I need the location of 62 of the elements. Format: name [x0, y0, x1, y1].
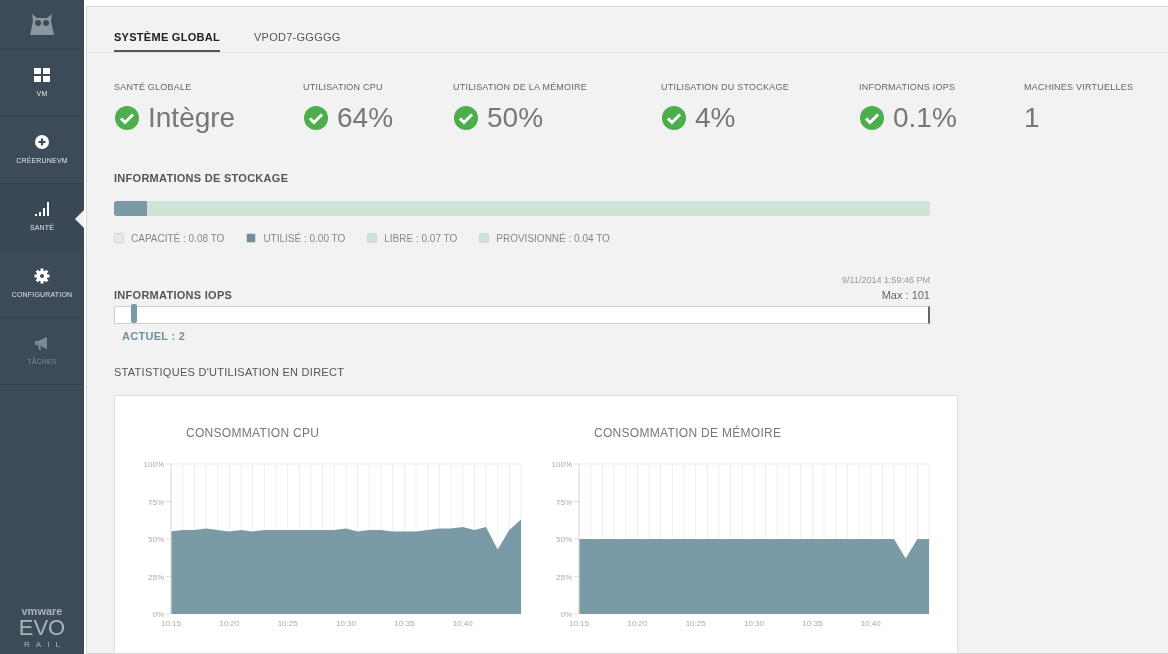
axis-label: 25%	[556, 572, 572, 581]
legend-label: PROVISIONNÉ : 0.04 TO	[496, 231, 610, 246]
axis-label: 10:40	[452, 618, 473, 628]
owl-logo-icon	[29, 12, 55, 37]
axis-label: 10:30	[744, 618, 764, 628]
axis-label: 75%	[556, 497, 572, 506]
metric-label: SANTÉ GLOBALE	[114, 80, 193, 94]
axis-label: 100%	[551, 459, 572, 469]
axis-label: 10:15	[569, 618, 589, 628]
metric-value: 0.1%	[893, 104, 957, 132]
grid-icon	[34, 66, 50, 83]
axis-label: 75%	[148, 497, 164, 506]
metric-label: MACHINES VIRTUELLES	[1024, 80, 1135, 94]
metric-value: 1	[1024, 104, 1040, 132]
axis-label: 10:20	[627, 618, 648, 628]
axis-label: 10:30	[336, 618, 356, 628]
axis-label: 10:40	[860, 618, 881, 628]
section-title: INFORMATIONS IOPS	[114, 288, 233, 303]
megaphone-icon	[34, 334, 50, 351]
timestamp: 9/11/2014 1:59:46 PM	[842, 273, 930, 287]
chart-title: CONSOMMATION CPU	[186, 424, 321, 442]
check-circle-icon	[303, 105, 329, 131]
axis-label: 0%	[152, 609, 164, 619]
legend-label: LIBRE : 0.07 TO	[384, 231, 458, 246]
axis-label: 10:25	[277, 618, 298, 628]
check-circle-icon	[453, 105, 479, 131]
metric-label: UTILISATION DE LA MÉMOIRE	[453, 80, 588, 94]
axis-label: 10:15	[161, 618, 181, 628]
legend-label: UTILISÉ : 0.00 TO	[263, 231, 346, 246]
metric-label: UTILISATION DU STOCKAGE	[661, 80, 790, 94]
metric-value: 4%	[695, 104, 736, 132]
axis-label: 50%	[556, 534, 572, 544]
metric-value: Intègre	[148, 104, 236, 132]
brand-logo: vmware	[21, 606, 63, 617]
metric-value: 50%	[487, 104, 544, 132]
check-circle-icon	[114, 105, 140, 131]
section-title: INFORMATIONS DE STOCKAGE	[114, 171, 290, 186]
product-logo: EVO	[18, 617, 66, 639]
signal-bars-icon	[34, 200, 50, 217]
plus-circle-icon	[34, 133, 50, 150]
axis-label: 25%	[148, 572, 164, 581]
axis-label: 10:35	[394, 618, 415, 628]
chart-title: CONSOMMATION DE MÉMOIRE	[594, 424, 783, 442]
edition-logo: RAIL	[23, 639, 66, 651]
metric-label: INFORMATIONS IOPS	[859, 80, 957, 94]
check-circle-icon	[859, 105, 885, 131]
max-value: Max : 101	[881, 288, 930, 303]
axis-label: 10:20	[219, 618, 240, 628]
section-title: STATISTIQUES D'UTILISATION EN DIRECT	[114, 365, 346, 380]
current-value: ACTUEL : 2	[122, 328, 187, 344]
metric-value: 64%	[337, 104, 394, 132]
legend-label: CAPACITÉ : 0.08 TO	[131, 231, 225, 246]
tab[interactable]: SYSTÈME GLOBAL	[114, 29, 220, 52]
check-circle-icon	[661, 105, 687, 131]
metric-label: UTILISATION CPU	[303, 80, 384, 94]
axis-label: 10:25	[685, 618, 706, 628]
axis-label: 10:35	[802, 618, 823, 628]
axis-label: 0%	[560, 609, 572, 619]
tab[interactable]: VPOD7-GGGGG	[253, 29, 341, 52]
gear-icon	[34, 267, 50, 284]
axis-label: 100%	[143, 459, 164, 469]
axis-label: 50%	[148, 534, 164, 544]
